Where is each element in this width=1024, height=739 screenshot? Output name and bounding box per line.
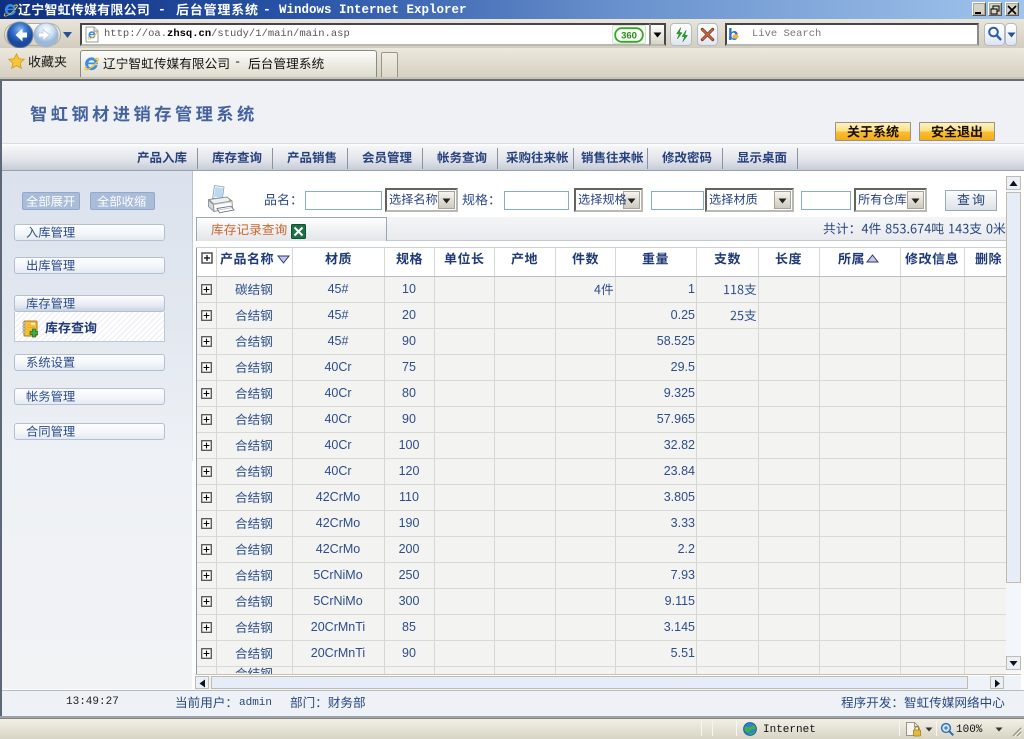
svg-text:360: 360 bbox=[621, 30, 637, 41]
